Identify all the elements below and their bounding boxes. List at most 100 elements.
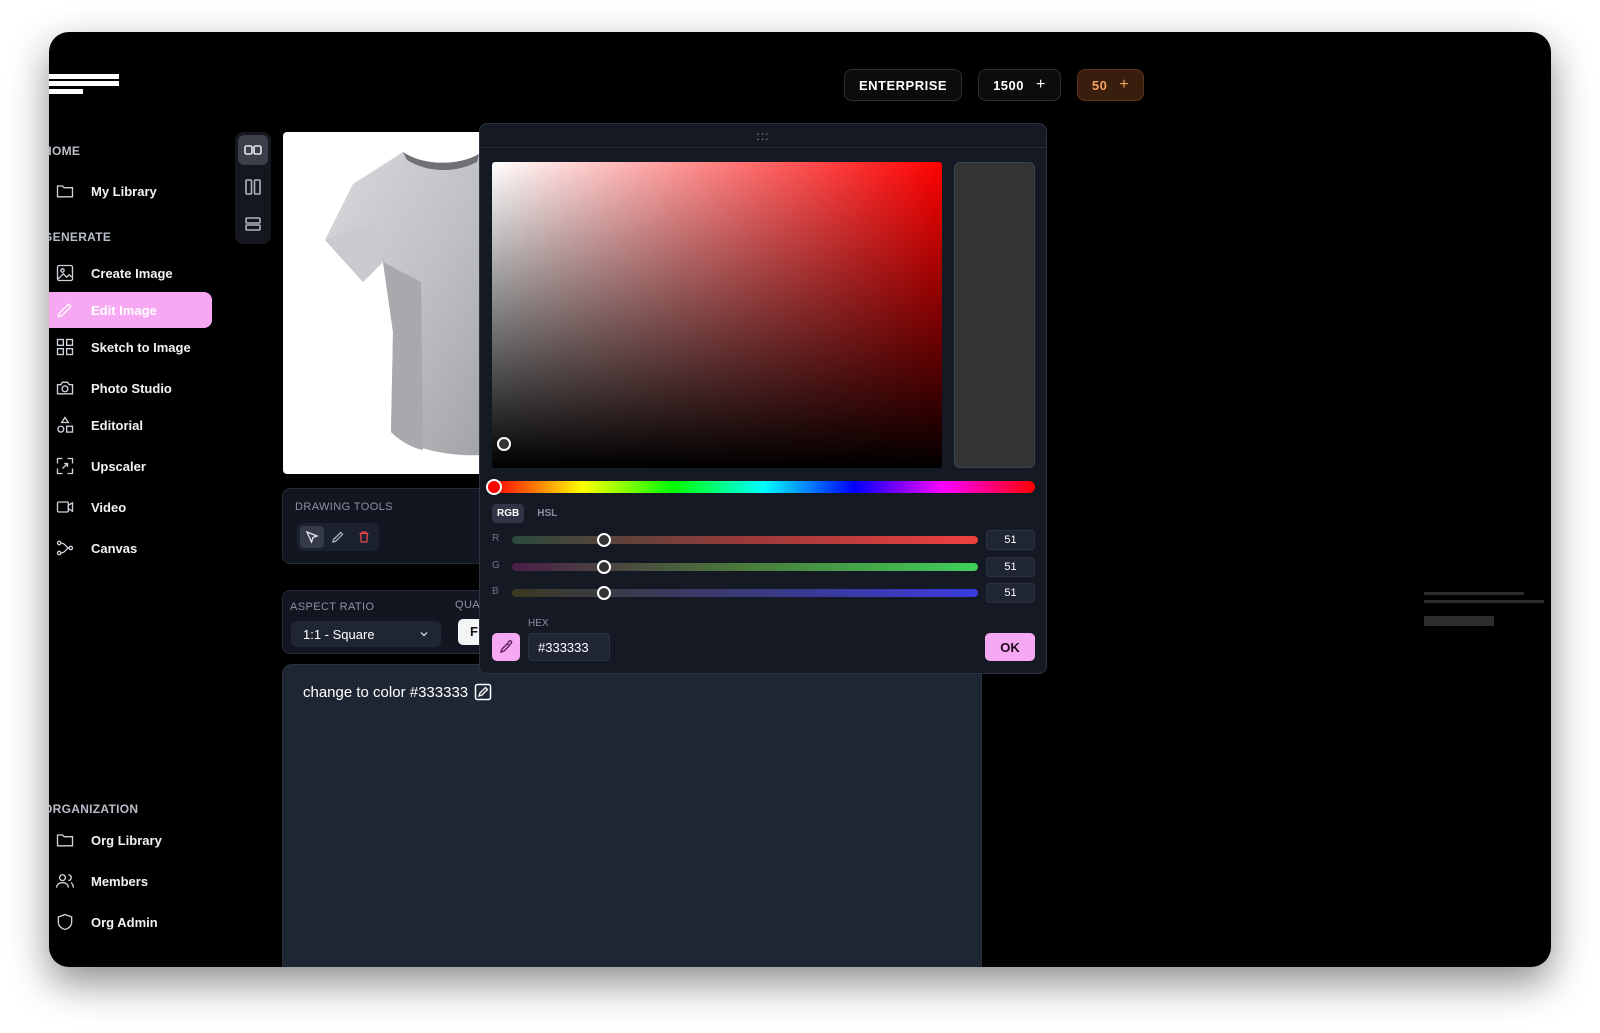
select-tool-button[interactable] [300,526,324,548]
folder-icon [56,185,74,198]
camera-icon [56,381,74,395]
blue-channel-label: B [492,586,499,597]
saturation-value-area[interactable] [492,162,942,468]
sidebar-item-label: Photo Studio [91,380,172,396]
green-channel-label: G [492,560,500,571]
green-value-input[interactable]: 51 [986,557,1035,577]
ok-button[interactable]: OK [985,633,1035,661]
app-window: ENTERPRISE 1500 + 50 + HOME My Library G… [49,32,1551,967]
aspect-ratio-select[interactable]: 1:1 - Square [291,621,441,647]
prompt-text: change to color #333333 [303,683,469,701]
sidebar-item-label: Upscaler [91,458,146,474]
drag-handle[interactable]: ::: [480,124,1046,148]
prompt-text-row: change to color #333333 [303,683,492,701]
sidebar-item-org-admin[interactable]: Org Admin [49,904,212,940]
delete-tool-button[interactable] [352,526,376,548]
video-icon [56,501,74,513]
sidebar-item-label: Members [91,873,149,889]
prompt-panel[interactable]: change to color #333333 [282,664,982,967]
red-channel-label: R [492,533,500,544]
sidebar-item-edit-image[interactable]: Edit Image [49,292,212,328]
shield-icon [57,913,73,931]
aspect-ratio-value: 1:1 - Square [303,626,375,642]
red-slider-handle[interactable] [597,533,611,547]
green-channel-row: G 51 [492,557,1035,577]
sidebar-item-label: My Library [91,183,157,199]
saturation-value-handle[interactable] [497,437,511,451]
drawing-tools-group [297,523,379,551]
credits-secondary-value: 50 [1091,77,1108,93]
pencil-icon [57,303,72,318]
red-value-input[interactable]: 51 [986,530,1035,550]
aspect-ratio-label: ASPECT RATIO [290,601,375,613]
render-artifact [1424,590,1544,630]
sidebar-item-members[interactable]: Members [49,863,212,899]
tab-hsl[interactable]: HSL [532,504,562,523]
edit-icon[interactable] [474,683,492,701]
green-slider-handle[interactable] [597,560,611,574]
sidebar-item-label: Create Image [91,265,173,281]
folder-icon [56,834,74,847]
grid-icon [56,338,74,356]
rows-icon [245,217,261,231]
sidebar-item-sketch-to-image[interactable]: Sketch to Image [49,329,212,365]
blue-channel-row: B 51 [492,583,1035,603]
sidebar-item-label: Canvas [91,540,138,556]
blue-value-input[interactable]: 51 [986,583,1035,603]
sidebar-item-label: Sketch to Image [91,339,191,355]
cursor-icon [305,530,319,544]
sidebar-item-org-library[interactable]: Org Library [49,822,212,858]
hue-slider[interactable] [486,479,1035,495]
tshirt-image [325,152,503,456]
plan-badge[interactable]: ENTERPRISE [844,69,963,101]
quality-label: QUA [455,599,481,611]
red-slider[interactable] [512,533,978,547]
hue-handle[interactable] [486,479,502,495]
credits-primary-value: 1500 [993,77,1024,93]
view-mode-bar [235,132,271,244]
section-generate: GENERATE [49,230,112,244]
canvas-icon [56,540,74,556]
pencil-icon [332,531,344,543]
trash-icon [359,531,369,543]
view-columns-button[interactable] [238,172,268,202]
view-side-by-side-button[interactable] [238,135,268,165]
sidebar-item-photo-studio[interactable]: Photo Studio [49,370,212,406]
green-slider[interactable] [512,560,978,574]
image-icon [56,264,74,282]
plus-icon: + [1119,76,1130,93]
tab-rgb[interactable]: RGB [492,504,525,523]
hex-input[interactable]: #333333 [528,633,610,661]
color-mode-tabs: RGB HSL [492,504,562,523]
shapes-icon [57,416,74,433]
sidebar-item-canvas[interactable]: Canvas [49,530,212,566]
sidebar-item-my-library[interactable]: My Library [49,173,212,209]
sidebar-item-label: Video [91,499,127,515]
sidebar: HOME My Library GENERATE Create Image Ed… [49,132,229,967]
users-icon [56,874,74,888]
sidebar-item-create-image[interactable]: Create Image [49,255,212,291]
blue-slider-handle[interactable] [597,586,611,600]
section-home: HOME [49,144,81,158]
sidebar-item-editorial[interactable]: Editorial [49,407,212,443]
selected-color-preview [954,162,1035,468]
drawing-tools-panel: DRAWING TOOLS [282,488,502,564]
brush-tool-button[interactable] [326,526,350,548]
view-rows-button[interactable] [238,209,268,239]
compare-icon [244,145,262,155]
upscale-icon [56,457,74,475]
source-image[interactable] [283,132,503,474]
app-logo[interactable] [49,74,121,98]
plus-icon: + [1036,76,1046,93]
sidebar-item-label: Edit Image [91,302,157,318]
sidebar-item-upscaler[interactable]: Upscaler [49,448,212,484]
eyedropper-button[interactable] [492,633,520,661]
credits-secondary-button[interactable]: 50 + [1076,69,1145,101]
blue-slider[interactable] [512,586,978,600]
sidebar-item-video[interactable]: Video [49,489,212,525]
hex-label: HEX [528,618,549,629]
sidebar-item-label: Org Admin [91,914,158,930]
sidebar-item-label: Org Library [91,832,162,848]
credits-primary-button[interactable]: 1500 + [978,69,1061,101]
drag-handle-icon: ::: [756,128,770,143]
